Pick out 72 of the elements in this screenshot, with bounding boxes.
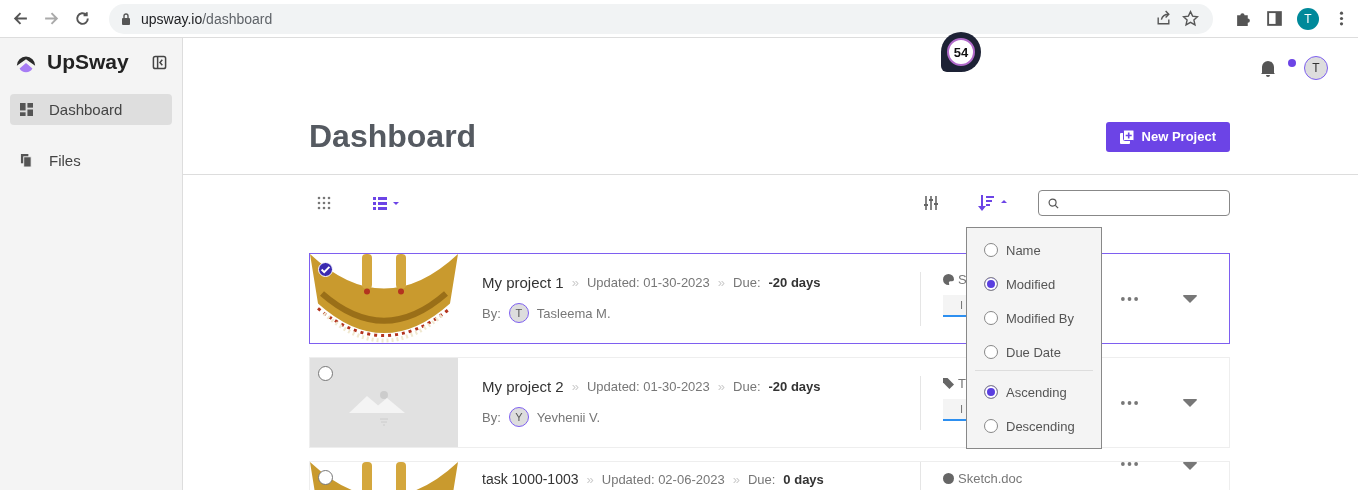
share-icon[interactable] (1155, 10, 1172, 27)
brand-name: UpSway (47, 50, 130, 74)
more-icon[interactable] (1121, 400, 1138, 405)
files-icon (20, 154, 33, 167)
add-copy-icon (1119, 129, 1134, 144)
author-name: Tasleema M. (536, 305, 611, 321)
separator-icon: » (571, 275, 579, 290)
due-value: 0 days (783, 471, 824, 487)
page-title: Dashboard (309, 118, 477, 155)
due-value: -20 days (768, 379, 821, 394)
separator-icon: » (586, 471, 594, 487)
separator-icon: » (571, 379, 579, 394)
caret-icon[interactable] (1183, 462, 1197, 470)
palette-icon (943, 273, 954, 285)
category-label: S (958, 271, 967, 287)
address-bar[interactable]: upsway.io/dashboard (109, 3, 1213, 34)
url-text: upsway.io/dashboard (141, 10, 273, 27)
collapse-icon[interactable] (152, 54, 167, 70)
lock-icon (121, 12, 131, 25)
side-panel-icon[interactable] (1266, 10, 1283, 27)
updated-date: Updated: 02-06-2023 (601, 471, 725, 487)
by-label: By: (482, 409, 501, 425)
radio-button[interactable] (984, 345, 998, 359)
due-label: Due: (733, 275, 761, 290)
back-icon[interactable] (12, 10, 29, 27)
separator-icon: » (732, 471, 740, 487)
user-avatar[interactable]: T (1304, 56, 1328, 80)
radio-button[interactable] (984, 385, 998, 399)
caret-icon[interactable] (1183, 294, 1197, 303)
profile-avatar[interactable]: T (1297, 7, 1319, 30)
author-name: Yevhenii V. (536, 409, 601, 425)
reload-icon[interactable] (74, 10, 91, 27)
list-view-icon[interactable] (371, 196, 401, 210)
sidebar-item[interactable]: Dashboard (10, 94, 172, 125)
due-value: -20 days (768, 275, 821, 290)
updated-date: Updated: 01-30-2023 (586, 275, 710, 290)
due-label: Due: (733, 379, 761, 394)
globe-icon (943, 473, 954, 484)
score-badge[interactable]: 54 (941, 32, 981, 72)
check-icon (319, 263, 332, 276)
updated-date: Updated: 01-30-2023 (586, 379, 710, 394)
dashboard-icon (20, 103, 33, 116)
more-icon[interactable] (1121, 296, 1138, 301)
new-project-button[interactable]: New Project (1105, 121, 1230, 152)
search-icon (1048, 197, 1059, 209)
project-card[interactable]: task 1000-1003 » Updated: 02-06-2023 » Due: 0 days Sketch.doc (309, 461, 1230, 490)
category-label: Sketch.doc (958, 471, 1023, 486)
select-checkbox[interactable] (318, 366, 333, 381)
author-avatar: Y (508, 407, 529, 427)
sidebar-item[interactable]: Files (10, 145, 172, 176)
radio-button[interactable] (984, 419, 998, 433)
project-name[interactable]: task 1000-1003 (482, 471, 579, 487)
sort-icon[interactable] (978, 195, 1008, 211)
author-avatar: T (508, 303, 529, 323)
due-label: Due: (747, 471, 776, 487)
separator-icon: » (717, 379, 726, 394)
filter-sliders-icon[interactable] (924, 196, 938, 210)
separator-icon: » (717, 275, 726, 290)
project-name[interactable]: My project 2 (482, 378, 564, 395)
more-icon[interactable] (1121, 462, 1138, 466)
by-label: By: (482, 305, 501, 321)
search-field[interactable] (1038, 190, 1230, 216)
radio-button[interactable] (984, 311, 998, 325)
puzzle-icon[interactable] (1235, 10, 1252, 27)
caret-icon[interactable] (1183, 398, 1197, 407)
category-label: T (958, 375, 966, 391)
tag-icon (943, 377, 954, 389)
radio-button[interactable] (984, 243, 998, 257)
star-icon[interactable] (1182, 10, 1199, 27)
grid-view-icon[interactable] (317, 196, 331, 210)
project-name[interactable]: My project 1 (482, 274, 564, 291)
radio-button[interactable] (984, 277, 998, 291)
